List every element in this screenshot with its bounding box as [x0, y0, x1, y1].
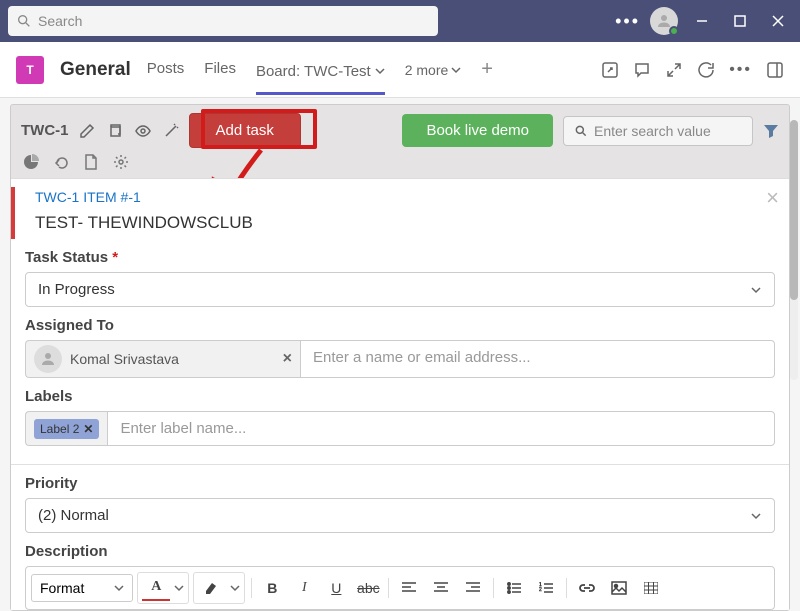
image-button[interactable] — [605, 575, 633, 601]
refresh-icon[interactable] — [697, 61, 715, 79]
person-avatar — [34, 345, 62, 373]
search-icon — [574, 124, 588, 138]
format-select[interactable]: Format — [31, 574, 133, 602]
align-right-button[interactable] — [459, 575, 487, 601]
undo-icon[interactable] — [53, 154, 69, 170]
presence-indicator — [669, 26, 679, 36]
tab-board[interactable]: Board: TWC-Test — [256, 63, 385, 95]
highlight-button[interactable] — [198, 575, 226, 601]
link-button[interactable] — [573, 575, 601, 601]
priority-label: Priority — [25, 475, 775, 492]
scrollbar-thumb[interactable] — [790, 120, 798, 300]
board-id: TWC-1 — [21, 122, 69, 139]
bold-button[interactable]: B — [258, 575, 286, 601]
add-tab-button[interactable]: + — [481, 58, 493, 81]
task-detail-panel: × TWC-1 ITEM #-1 TEST- THEWINDOWSCLUB Ta… — [11, 178, 789, 610]
tab-files[interactable]: Files — [204, 60, 236, 79]
assigned-label: Assigned To — [25, 317, 775, 334]
remove-person-button[interactable]: × — [283, 350, 292, 368]
assigned-input[interactable]: Enter a name or email address... — [300, 340, 775, 378]
status-select[interactable]: In Progress — [25, 272, 775, 307]
app-titlebar: Search ••• — [0, 0, 800, 42]
wand-icon[interactable] — [163, 123, 179, 139]
edit-icon[interactable] — [79, 123, 95, 139]
chevron-down-icon — [750, 510, 762, 522]
font-color-button[interactable]: A — [142, 575, 170, 601]
channel-name: General — [60, 59, 131, 81]
priority-select[interactable]: (2) Normal — [25, 498, 775, 533]
visibility-icon[interactable] — [135, 123, 151, 139]
more-actions-icon[interactable]: ••• — [729, 61, 752, 79]
italic-button[interactable]: I — [290, 575, 318, 601]
panel-icon[interactable] — [766, 61, 784, 79]
chevron-down-icon — [451, 65, 461, 75]
chevron-down-icon — [230, 583, 240, 593]
description-label: Description — [25, 543, 775, 560]
book-demo-button[interactable]: Book live demo — [402, 114, 553, 147]
chevron-down-icon — [750, 284, 762, 296]
open-app-icon[interactable] — [601, 61, 619, 79]
close-panel-button[interactable]: × — [766, 185, 779, 211]
align-center-button[interactable] — [427, 575, 455, 601]
chart-icon[interactable] — [23, 154, 39, 170]
more-menu-icon[interactable]: ••• — [615, 11, 640, 32]
table-button[interactable] — [637, 575, 665, 601]
labels-input[interactable]: Enter label name... — [107, 411, 775, 446]
remove-label-button[interactable]: ✕ — [83, 422, 93, 436]
tab-posts[interactable]: Posts — [147, 60, 185, 79]
minimize-button[interactable] — [688, 7, 716, 35]
status-label: Task Status * — [25, 249, 775, 266]
team-avatar[interactable]: T — [16, 56, 44, 84]
filter-icon[interactable] — [763, 123, 779, 139]
pdf-icon[interactable] — [83, 154, 99, 170]
number-list-button[interactable]: 12 — [532, 575, 560, 601]
bullet-list-button[interactable] — [500, 575, 528, 601]
channel-header: T General Posts Files Board: TWC-Test 2 … — [0, 42, 800, 98]
align-left-button[interactable] — [395, 575, 423, 601]
chevron-down-icon — [114, 583, 124, 593]
editor-toolbar: Format A B I U abc 12 — [25, 566, 775, 610]
assigned-person-chip[interactable]: Komal Srivastava × — [25, 340, 300, 378]
underline-button[interactable]: U — [322, 575, 350, 601]
scrollbar[interactable] — [790, 120, 798, 380]
search-icon — [16, 13, 32, 29]
copy-icon[interactable] — [107, 123, 123, 139]
chevron-down-icon — [174, 583, 184, 593]
chevron-down-icon — [375, 66, 385, 76]
labels-label: Labels — [25, 388, 775, 405]
maximize-button[interactable] — [726, 7, 754, 35]
profile-avatar[interactable] — [650, 7, 678, 35]
svg-text:2: 2 — [539, 587, 542, 593]
tab-more[interactable]: 2 more — [405, 62, 462, 78]
strike-button[interactable]: abc — [354, 575, 382, 601]
board-toolbar: TWC-1 Add task Book live demo Enter sear… — [11, 105, 789, 152]
close-button[interactable] — [764, 7, 792, 35]
task-title[interactable]: TEST- THEWINDOWSCLUB — [35, 213, 775, 233]
gear-icon[interactable] — [113, 154, 129, 170]
task-color-bar — [11, 187, 15, 239]
label-chip[interactable]: Label 2 ✕ — [34, 419, 99, 439]
search-placeholder: Search — [38, 13, 82, 29]
task-item-id: TWC-1 ITEM #-1 — [35, 189, 775, 205]
board-container: TWC-1 Add task Book live demo Enter sear… — [10, 104, 790, 611]
board-search-input[interactable]: Enter search value — [563, 116, 753, 146]
expand-icon[interactable] — [665, 61, 683, 79]
global-search[interactable]: Search — [8, 6, 438, 36]
add-task-button[interactable]: Add task — [189, 113, 301, 148]
chat-icon[interactable] — [633, 61, 651, 79]
